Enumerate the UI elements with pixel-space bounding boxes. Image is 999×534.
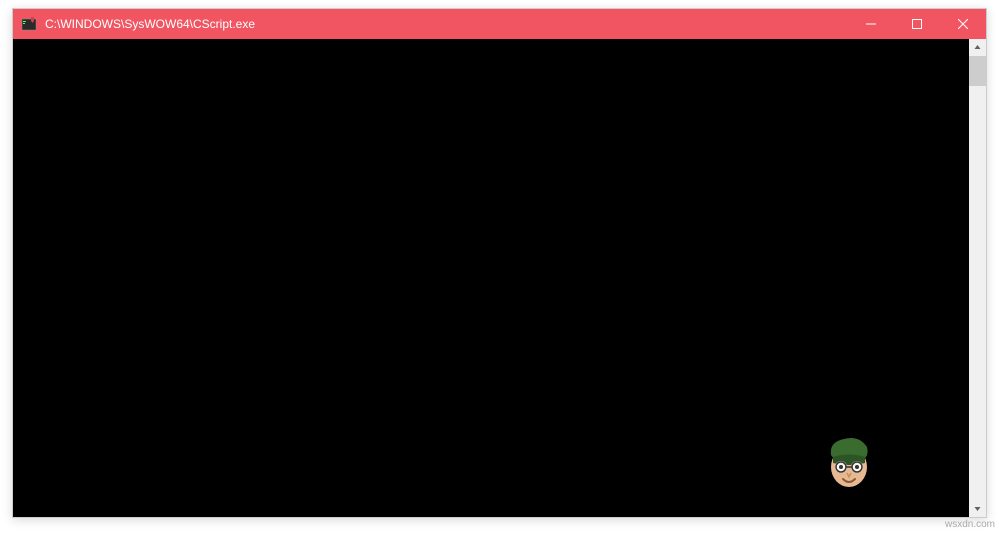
scroll-track[interactable]	[969, 56, 986, 500]
window-controls	[848, 9, 986, 39]
avatar-watermark-icon	[819, 427, 879, 492]
vertical-scrollbar[interactable]	[969, 39, 986, 517]
scroll-down-button[interactable]	[969, 500, 986, 517]
minimize-button[interactable]	[848, 9, 894, 39]
scroll-thumb[interactable]	[969, 56, 986, 86]
console-output[interactable]	[13, 39, 969, 517]
page-watermark: wsxdn.com	[945, 519, 995, 530]
scroll-up-button[interactable]	[969, 39, 986, 56]
titlebar[interactable]: C:\WINDOWS\SysWOW64\CScript.exe	[13, 9, 986, 39]
close-button[interactable]	[940, 9, 986, 39]
application-window: C:\WINDOWS\SysWOW64\CScript.exe	[12, 8, 987, 518]
client-area	[13, 39, 986, 517]
app-icon	[21, 16, 37, 32]
window-title: C:\WINDOWS\SysWOW64\CScript.exe	[45, 17, 848, 31]
maximize-button[interactable]	[894, 9, 940, 39]
